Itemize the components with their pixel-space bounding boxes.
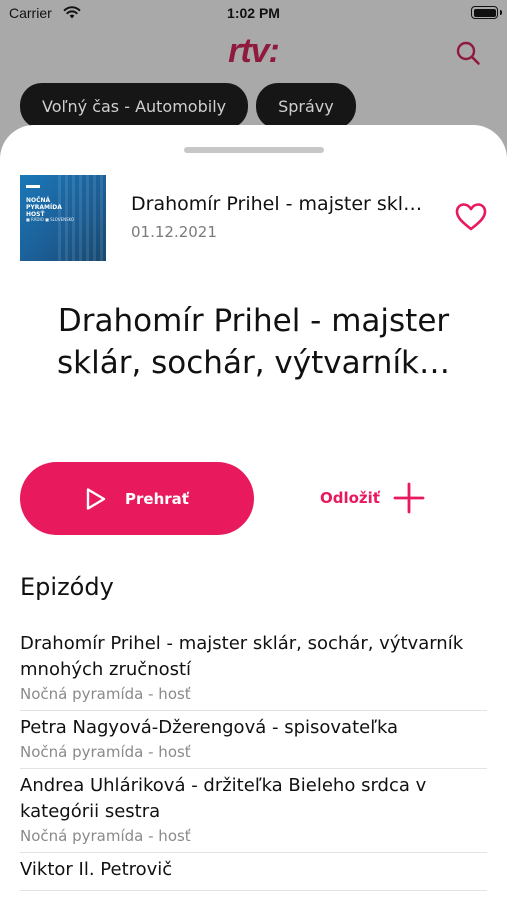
plus-icon [393,482,425,514]
battery-icon [471,6,502,19]
list-item-title: Petra Nagyová-Džerengová - spisovateľka [20,717,399,738]
list-item[interactable]: Andrea Uhláriková - držiteľka Bieleho sr… [20,769,487,853]
episode-detail-sheet: NOČNÁ PYRAMÍDA HOSŤ ■ RÁDIO ■ SLOVENSKO … [0,125,507,900]
list-item-show: Nočná pyramída - hosť [20,685,191,703]
category-chips: Voľný čas - Automobily Správy [20,83,356,129]
list-item[interactable]: Petra Nagyová-Džerengová - spisovateľka … [20,711,487,769]
list-item-show: Nočná pyramída - hosť [20,827,191,845]
save-later-label: Odložiť [320,489,380,507]
play-label: Prehrať [125,489,189,508]
sheet-grabber[interactable] [184,147,324,153]
heart-icon[interactable] [454,201,488,233]
status-bar: Carrier 1:02 PM [0,0,507,28]
list-item-title: Viktor Il. Petrovič [20,859,173,880]
thumbnail-subtitle: ■ RÁDIO ■ SLOVENSKO [26,217,75,222]
play-icon [86,487,106,510]
save-later-button[interactable]: Odložiť [320,480,426,516]
episode-header: NOČNÁ PYRAMÍDA HOSŤ ■ RÁDIO ■ SLOVENSKO … [20,175,490,261]
list-item-title: Andrea Uhláriková - držiteľka Bieleho sr… [20,775,427,822]
episode-list: Drahomír Prihel - majster sklár, sochár,… [20,627,487,891]
episode-short-title: Drahomír Prihel - majster sklár, sochár,… [131,193,431,215]
chip-spravy[interactable]: Správy [256,83,356,129]
thumbnail-title: NOČNÁ PYRAMÍDA HOSŤ [26,197,62,218]
app-header: rtv: [0,28,507,78]
chip-volny-cas-automobily[interactable]: Voľný čas - Automobily [20,83,249,129]
search-icon[interactable] [455,40,481,66]
episode-thumbnail: NOČNÁ PYRAMÍDA HOSŤ ■ RÁDIO ■ SLOVENSKO [20,175,106,261]
list-item[interactable]: Viktor Il. Petrovič [20,853,487,891]
list-item-show: Nočná pyramída - hosť [20,743,191,761]
brand-mark [26,185,40,188]
play-button[interactable]: Prehrať [20,462,254,535]
rtv-logo[interactable]: rtv: [0,32,507,71]
episodes-heading: Epizódy [20,573,114,601]
episode-date: 01.12.2021 [131,223,217,241]
list-item-title: Drahomír Prihel - majster sklár, sochár,… [20,633,464,680]
clock: 1:02 PM [227,5,280,21]
list-item[interactable]: Drahomír Prihel - majster sklár, sochár,… [20,627,487,711]
episode-title: Drahomír Prihel - majster sklár, sochár,… [56,303,451,381]
